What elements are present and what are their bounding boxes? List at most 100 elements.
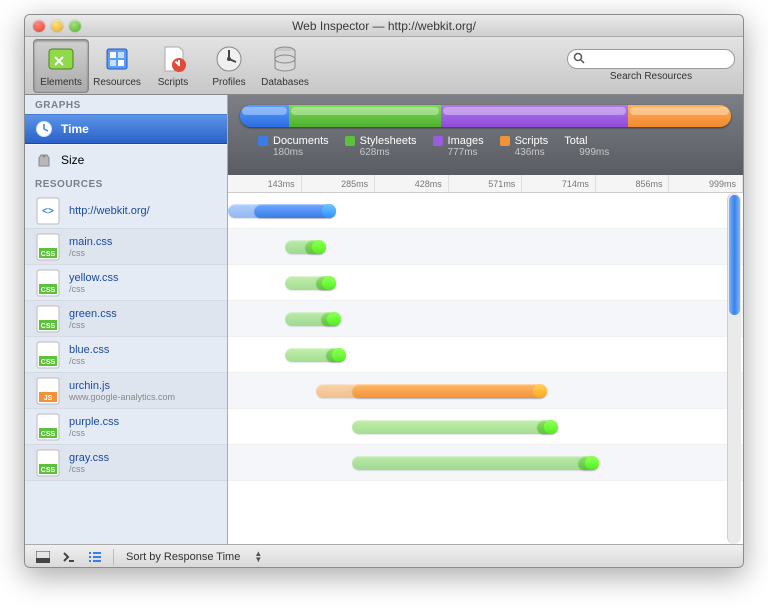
legend-label: Documents <box>273 135 329 147</box>
summary-segment <box>628 105 731 127</box>
axis-tick: 143ms <box>228 175 302 192</box>
main-panel: Documents180msStylesheets628msImages777m… <box>228 95 743 544</box>
toolbar-profiles[interactable]: Profiles <box>201 39 257 93</box>
resources-icon <box>101 43 133 75</box>
svg-text:CSS: CSS <box>41 359 56 366</box>
summary-bar <box>240 105 731 127</box>
timeline-bar-receiving <box>326 348 347 362</box>
resource-item[interactable]: CSS green.css /css <box>25 301 227 337</box>
search-input[interactable] <box>567 49 735 69</box>
sort-select[interactable]: Sort by Response Time <box>120 549 254 565</box>
summary-segment <box>289 105 441 127</box>
legend-value: 777ms <box>433 147 484 158</box>
svg-text:CSS: CSS <box>41 323 56 330</box>
timeline-bar-receiving <box>352 384 548 398</box>
resource-path: /css <box>69 356 109 366</box>
timeline-row <box>228 409 743 445</box>
timeline-bar-waiting <box>352 456 599 470</box>
sort-stepper-icon: ▲▼ <box>254 551 262 563</box>
legend-swatch <box>258 136 268 146</box>
toolbar-scripts[interactable]: Scripts <box>145 39 201 93</box>
css-file-icon: CSS <box>35 340 61 370</box>
legend-label: Total <box>564 135 587 147</box>
scrollbar-thumb[interactable] <box>729 195 740 315</box>
summary-panel: Documents180msStylesheets628msImages777m… <box>228 95 743 175</box>
resource-path: /css <box>69 464 109 474</box>
list-view-button[interactable] <box>83 548 107 566</box>
legend-value: 180ms <box>258 147 329 158</box>
resource-item[interactable]: CSS gray.css /css <box>25 445 227 481</box>
timeline-row <box>228 337 743 373</box>
timeline-axis: 143ms285ms428ms571ms714ms856ms999ms <box>228 175 743 193</box>
svg-text:CSS: CSS <box>41 431 56 438</box>
css-file-icon: CSS <box>35 448 61 478</box>
sidebar: GRAPHS Time Size RESOURCES <> http://web… <box>25 95 228 544</box>
summary-segment <box>240 105 289 127</box>
resource-list: <> http://webkit.org/ CSS main.css /css … <box>25 193 227 481</box>
timeline[interactable] <box>228 193 743 544</box>
axis-tick: 856ms <box>596 175 670 192</box>
scrollbar[interactable] <box>727 193 741 544</box>
legend-item: Images777ms <box>433 135 484 158</box>
legend-swatch <box>500 136 510 146</box>
css-file-icon: CSS <box>35 232 61 262</box>
toolbar-resources[interactable]: Resources <box>89 39 145 93</box>
clock-icon <box>35 120 53 138</box>
resource-name: main.css <box>69 236 112 248</box>
app-window: Web Inspector — http://webkit.org/ Eleme… <box>24 14 744 568</box>
databases-icon <box>269 43 301 75</box>
svg-text:CSS: CSS <box>41 287 56 294</box>
resource-item[interactable]: JS urchin.js www.google-analytics.com <box>25 373 227 409</box>
window-title: Web Inspector — http://webkit.org/ <box>25 19 743 33</box>
resource-name: yellow.css <box>69 272 119 284</box>
timeline-row <box>228 301 743 337</box>
resource-name: purple.css <box>69 416 119 428</box>
console-button[interactable] <box>57 548 81 566</box>
axis-tick: 714ms <box>522 175 596 192</box>
resource-item[interactable]: CSS blue.css /css <box>25 337 227 373</box>
dock-button[interactable] <box>31 548 55 566</box>
resource-name: http://webkit.org/ <box>69 205 150 217</box>
toolbar-elements[interactable]: Elements <box>33 39 89 93</box>
toolbar-databases[interactable]: Databases <box>257 39 313 93</box>
axis-tick: 999ms <box>669 175 743 192</box>
legend-item: Documents180ms <box>258 135 329 158</box>
resource-path: /css <box>69 248 112 258</box>
svg-text:CSS: CSS <box>41 251 56 258</box>
resource-item[interactable]: CSS purple.css /css <box>25 409 227 445</box>
toolbar-label: Profiles <box>212 77 245 88</box>
body: GRAPHS Time Size RESOURCES <> http://web… <box>25 95 743 544</box>
resource-item[interactable]: CSS main.css /css <box>25 229 227 265</box>
search-container: Search Resources <box>567 49 735 82</box>
toolbar: Elements Resources Scripts Profiles Data… <box>25 37 743 95</box>
search-label: Search Resources <box>567 71 735 82</box>
css-file-icon: CSS <box>35 304 61 334</box>
statusbar: Sort by Response Time ▲▼ <box>25 544 743 568</box>
legend-item: Total999ms <box>564 135 609 158</box>
legend: Documents180msStylesheets628msImages777m… <box>240 135 731 158</box>
doc-file-icon: <> <box>35 196 61 226</box>
legend-label: Images <box>448 135 484 147</box>
sidebar-item-size[interactable]: Size <box>25 144 227 174</box>
timeline-bar-receiving <box>254 204 336 218</box>
weight-icon <box>35 151 53 169</box>
legend-item: Scripts436ms <box>500 135 549 158</box>
js-file-icon: JS <box>35 376 61 406</box>
resource-path: /css <box>69 284 119 294</box>
graphs-heading: GRAPHS <box>25 95 227 114</box>
axis-tick: 428ms <box>375 175 449 192</box>
scripts-icon <box>157 43 189 75</box>
resource-item[interactable]: CSS yellow.css /css <box>25 265 227 301</box>
sidebar-item-time[interactable]: Time <box>25 114 227 144</box>
sidebar-item-label: Size <box>61 153 84 167</box>
resource-path: /css <box>69 320 117 330</box>
resource-path: www.google-analytics.com <box>69 392 175 402</box>
timeline-bar-receiving <box>578 456 599 470</box>
search-icon <box>573 52 585 67</box>
timeline-bar-receiving <box>316 276 337 290</box>
timeline-bar-waiting <box>352 420 558 434</box>
timeline-row <box>228 373 743 409</box>
summary-segment <box>441 105 628 127</box>
timeline-row <box>228 229 743 265</box>
resource-item[interactable]: <> http://webkit.org/ <box>25 193 227 229</box>
